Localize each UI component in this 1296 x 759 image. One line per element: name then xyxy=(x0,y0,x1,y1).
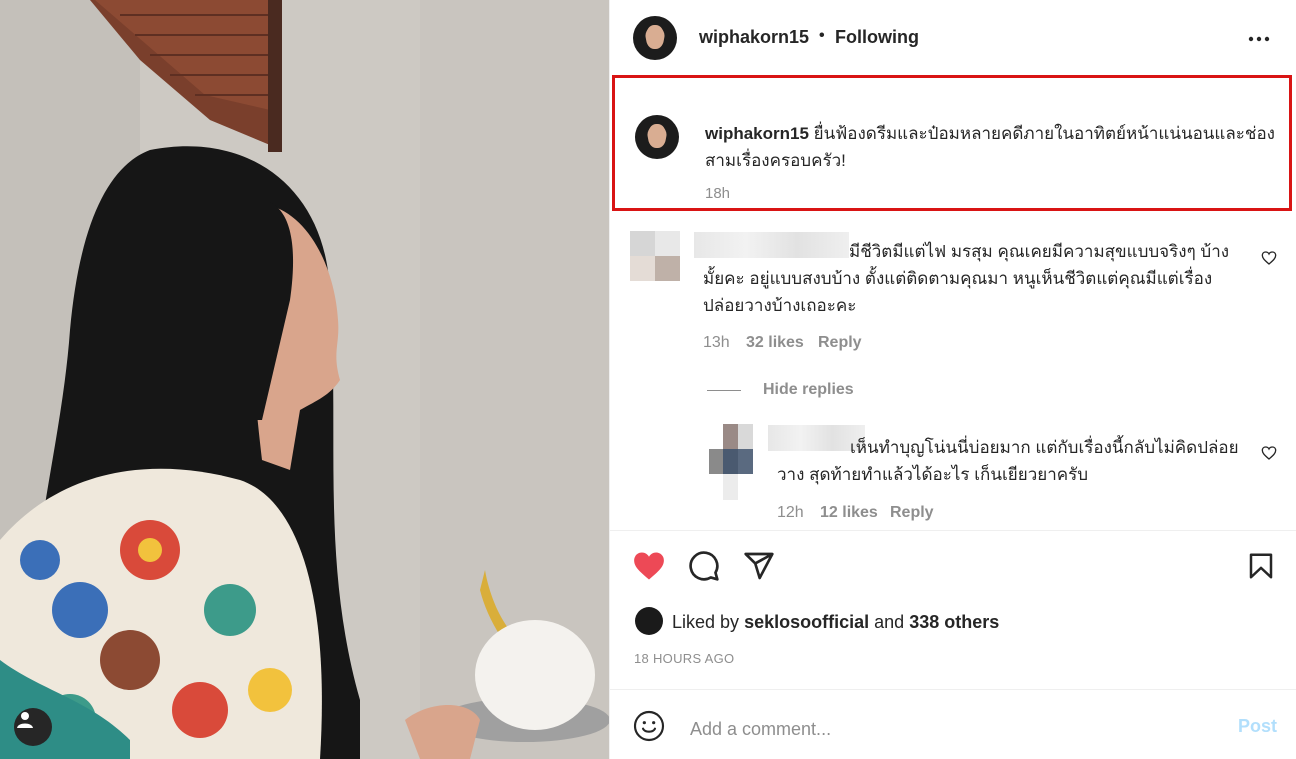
liked-by-line: Liked by seklosoofficial and 338 others xyxy=(672,612,999,633)
comment-time: 13h xyxy=(703,334,730,351)
reply-reply-button[interactable]: Reply xyxy=(890,504,934,522)
comment-likes[interactable]: 32 likes xyxy=(746,334,804,352)
following-button[interactable]: Following xyxy=(835,27,919,48)
caption-username[interactable]: wiphakorn15 xyxy=(705,124,809,143)
user-tag-icon[interactable] xyxy=(14,708,52,746)
comment-text: มีชีวิตมีแต่ไฟ มรสุม คุณเคยมีความสุขแบบจ… xyxy=(703,242,1230,315)
hide-replies-line xyxy=(707,390,741,391)
reply-time: 12h xyxy=(777,504,804,521)
replier-avatar-pixelated[interactable] xyxy=(709,424,753,500)
caption-highlight-box: wiphakorn15 ยื่นฟ้องดรีมและป๋อมหลายคดีภา… xyxy=(612,75,1292,211)
more-options-icon[interactable] xyxy=(1247,29,1271,49)
caption-text-block: wiphakorn15 ยื่นฟ้องดรีมและป๋อมหลายคดีภา… xyxy=(705,120,1285,174)
liker-avatar[interactable] xyxy=(635,607,663,635)
author-avatar[interactable] xyxy=(633,16,677,60)
caption-time: 18h xyxy=(705,185,731,202)
reply-like-icon[interactable] xyxy=(1261,445,1277,461)
comment-box-divider xyxy=(610,689,1296,690)
liked-by-user[interactable]: seklosoofficial xyxy=(744,612,869,632)
author-username[interactable]: wiphakorn15 xyxy=(699,27,809,48)
commenter-avatar-pixelated[interactable] xyxy=(630,231,680,281)
actions-divider xyxy=(610,530,1296,531)
comment-like-icon[interactable] xyxy=(1261,250,1277,266)
add-comment-input[interactable] xyxy=(688,714,1212,744)
header-separator: • xyxy=(819,27,825,44)
comment-icon[interactable] xyxy=(688,550,720,582)
reply-text: เห็นทำบุญโน่นนี่บ่อยมาก แต่กับเรื่องนี้ก… xyxy=(777,438,1239,484)
user-tag-glyph xyxy=(17,712,33,728)
share-icon[interactable] xyxy=(743,550,775,582)
post-header: wiphakorn15 • Following xyxy=(610,0,1296,76)
comment-reply-button[interactable]: Reply xyxy=(818,334,862,352)
hide-replies-button[interactable]: Hide replies xyxy=(763,381,854,399)
bookmark-icon[interactable] xyxy=(1246,550,1276,582)
heart-icon[interactable] xyxy=(632,549,666,583)
reply-likes[interactable]: 12 likes xyxy=(820,504,878,522)
post-comment-button[interactable]: Post xyxy=(1238,716,1277,737)
post-photo xyxy=(0,0,609,759)
photo-illustration xyxy=(0,0,609,759)
liked-by-others[interactable]: 338 others xyxy=(909,612,999,632)
post-details-panel: wiphakorn15 • Following wiphakorn15 ยื่น… xyxy=(609,0,1296,759)
liked-by-middle: and xyxy=(874,612,905,632)
post-time-ago: 18 HOURS AGO xyxy=(634,651,735,666)
emoji-icon[interactable] xyxy=(633,710,665,742)
liked-by-prefix: Liked by xyxy=(672,612,740,632)
caption-author-avatar[interactable] xyxy=(635,115,679,159)
